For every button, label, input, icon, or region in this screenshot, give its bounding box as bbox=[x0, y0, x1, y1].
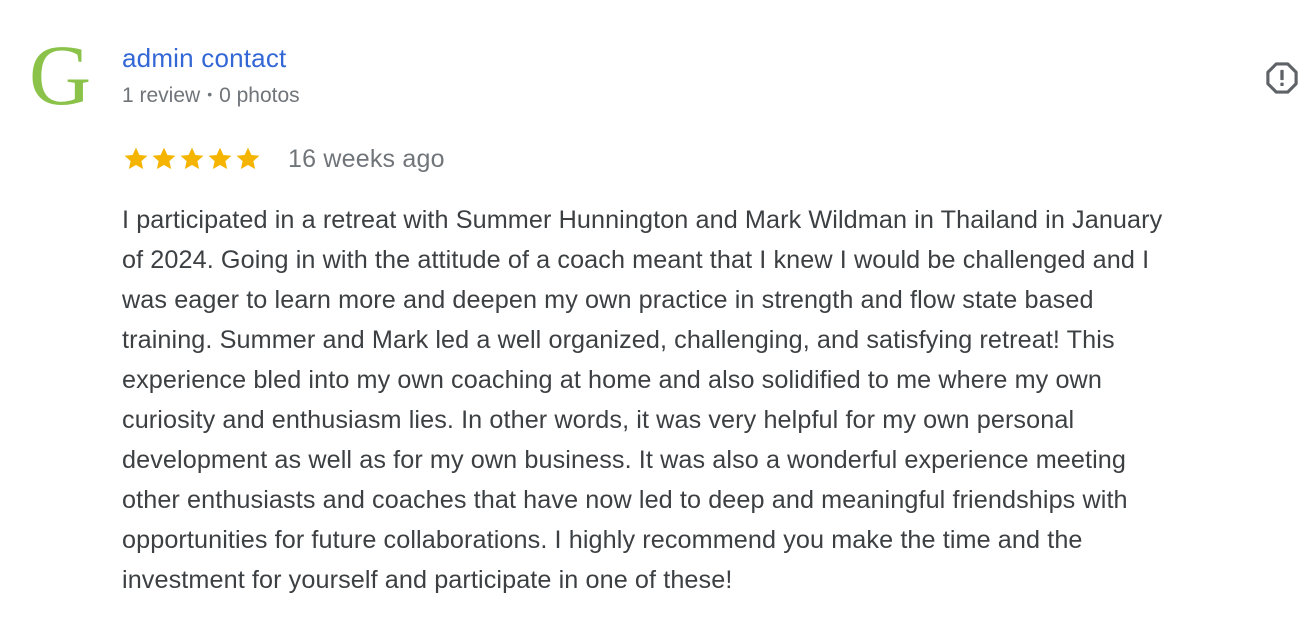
star-icon bbox=[180, 147, 204, 170]
author-avatar[interactable]: G bbox=[22, 30, 98, 120]
star-icon bbox=[208, 147, 232, 170]
author-meta: 1 review • 0 photos bbox=[122, 79, 300, 111]
posted-time: 16 weeks ago bbox=[288, 145, 445, 173]
rating-row: 16 weeks ago bbox=[122, 141, 445, 177]
meta-separator: • bbox=[207, 86, 213, 102]
star-icon bbox=[124, 147, 148, 170]
author-review-count: 1 review bbox=[122, 84, 201, 107]
flag-report-icon bbox=[1266, 62, 1298, 94]
report-review-button[interactable] bbox=[1263, 59, 1301, 97]
review-card: G admin contact 1 review • 0 photos 16 wee… bbox=[0, 0, 1308, 628]
author-name-link[interactable]: admin contact bbox=[122, 41, 286, 75]
star-icon bbox=[152, 147, 176, 170]
review-text: I participated in a retreat with Summer … bbox=[122, 206, 1163, 594]
star-rating bbox=[122, 145, 262, 173]
author-photo-count: 0 photos bbox=[219, 84, 300, 107]
star-icon bbox=[236, 147, 260, 170]
